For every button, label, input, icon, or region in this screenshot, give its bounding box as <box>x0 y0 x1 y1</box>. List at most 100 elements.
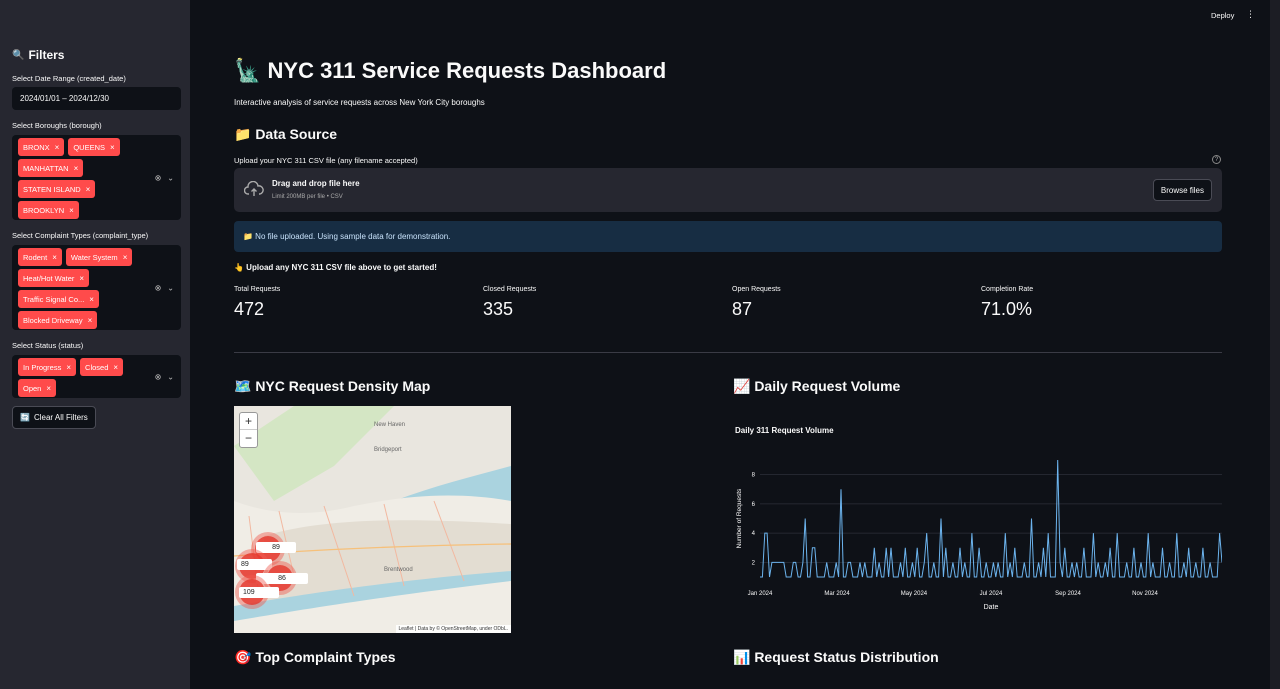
divider <box>234 352 1222 353</box>
status-multiselect[interactable]: In Progress × Closed × Open × ⊗ ⌄ <box>12 355 181 398</box>
filter-chip[interactable]: Open × <box>18 379 57 397</box>
chart-title: Daily 311 Request Volume <box>735 426 834 435</box>
remove-chip-icon[interactable]: × <box>69 206 74 215</box>
x-tick-label: Nov 2024 <box>1132 591 1158 597</box>
zoom-control: + − <box>239 412 258 448</box>
cloud-upload-icon <box>244 181 264 196</box>
svg-text:Brentwood: Brentwood <box>384 567 413 573</box>
filter-chip[interactable]: Rodent × <box>18 248 62 266</box>
series-line <box>760 459 1222 578</box>
date-range-input[interactable]: 2024/01/01 – 2024/12/30 <box>12 87 181 110</box>
filter-chip[interactable]: QUEENS × <box>68 138 120 156</box>
remove-chip-icon[interactable]: × <box>113 363 118 372</box>
filter-chip[interactable]: Closed × <box>80 358 124 376</box>
clear-all-filters-button[interactable]: 🔄 Clear All Filters <box>12 406 96 429</box>
y-tick-label: 4 <box>752 531 756 537</box>
remove-chip-icon[interactable]: × <box>110 143 115 152</box>
metric-label: Total Requests <box>234 286 281 293</box>
chevron-down-icon[interactable]: ⌄ <box>167 173 174 182</box>
chip-label: Open <box>23 383 42 393</box>
filter-chip[interactable]: BROOKLYN × <box>18 201 79 219</box>
cluster-label: 89 <box>256 542 296 553</box>
clear-all-filters-label: Clear All Filters <box>33 413 88 422</box>
filter-chip[interactable]: Blocked Driveway × <box>18 311 98 329</box>
boroughs-multiselect[interactable]: BRONX × QUEENS × MANHATTAN × STATEN ISLAND × BRO… <box>12 135 181 220</box>
chip-label: MANHATTAN <box>23 163 69 173</box>
dropzone-text: Drag and drop file here <box>272 179 360 188</box>
metric-label: Completion Rate <box>981 286 1034 293</box>
filter-chip[interactable]: In Progress × <box>18 358 77 376</box>
browse-files-button[interactable]: Browse files <box>1152 179 1212 201</box>
zoom-in-button[interactable]: + <box>240 413 257 430</box>
main-menu-icon[interactable]: ⋮ <box>1246 9 1255 20</box>
chip-label: BRONX <box>23 142 50 152</box>
remove-chip-icon[interactable]: × <box>79 274 84 283</box>
remove-chip-icon[interactable]: × <box>123 253 128 262</box>
filter-chip[interactable]: Water System × <box>65 248 133 266</box>
metric-completion: Completion Rate 71.0% <box>981 286 1033 320</box>
search-icon: 🔍 <box>12 49 25 61</box>
remove-chip-icon[interactable]: × <box>66 363 71 372</box>
chip-label: Heat/Hot Water <box>23 273 75 283</box>
y-tick-label: 2 <box>752 560 756 566</box>
chip-label: Closed <box>85 362 109 372</box>
density-map[interactable]: New Haven Bridgeport Brentwood + − 89 89… <box>234 406 511 633</box>
x-tick-label: Jan 2024 <box>748 591 773 597</box>
remove-chip-icon[interactable]: × <box>86 185 91 194</box>
chip-label: BROOKLYN <box>23 205 65 215</box>
boroughs-label: Select Boroughs (borough) <box>12 121 102 130</box>
cluster-label: 109 <box>239 587 279 598</box>
map-heading: 🗺️ NYC Request Density Map <box>234 378 431 394</box>
filter-chip[interactable]: MANHATTAN × <box>18 159 84 177</box>
filter-chip[interactable]: Traffic Signal Co... × <box>18 290 99 308</box>
chip-label: STATEN ISLAND <box>23 184 81 194</box>
zoom-out-button[interactable]: − <box>240 430 257 447</box>
refresh-icon: 🔄 <box>20 413 30 422</box>
volume-heading: 📈 Daily Request Volume <box>733 378 901 394</box>
metric-value: 335 <box>483 299 514 319</box>
remove-chip-icon[interactable]: × <box>46 384 51 393</box>
remove-chip-icon[interactable]: × <box>88 316 93 325</box>
remove-chip-icon[interactable]: × <box>89 295 94 304</box>
filter-chip[interactable]: BRONX × <box>18 138 65 156</box>
chip-label: Traffic Signal Co... <box>23 294 85 304</box>
svg-text:Bridgeport: Bridgeport <box>374 447 402 453</box>
chevron-down-icon[interactable]: ⌄ <box>167 372 174 381</box>
y-tick-label: 8 <box>752 473 756 479</box>
chip-label: QUEENS <box>73 142 106 152</box>
chip-label: Rodent <box>23 252 48 262</box>
window-edge <box>1270 0 1280 689</box>
complaint-types-heading: 🎯 Top Complaint Types <box>234 649 396 665</box>
remove-chip-icon[interactable]: × <box>74 164 79 173</box>
daily-volume-chart: 2 4 6 8 Jan 2024 Mar 2024 May 2024 Jul 2024 Sep… <box>736 459 1222 611</box>
map-tiles: New Haven Bridgeport Brentwood <box>234 406 511 633</box>
filter-chip[interactable]: STATEN ISLAND × <box>18 180 96 198</box>
clear-icon[interactable]: ⊗ <box>155 372 162 381</box>
date-range-label: Select Date Range (created_date) <box>12 74 126 83</box>
multiselect-controls: ⊗ ⌄ <box>155 173 174 182</box>
x-tick-label: Sep 2024 <box>1055 591 1081 597</box>
help-icon[interactable]: ? <box>1212 155 1221 164</box>
remove-chip-icon[interactable]: × <box>52 253 57 262</box>
x-axis-label: Date <box>984 604 999 611</box>
deploy-button[interactable]: Deploy <box>1211 11 1234 20</box>
file-dropzone[interactable]: Drag and drop file here Limit 200MB per … <box>234 168 1222 212</box>
map-attribution[interactable]: Leaflet | Data by © OpenStreetMap, under… <box>395 625 511 633</box>
x-tick-label: May 2024 <box>901 591 928 597</box>
remove-chip-icon[interactable]: × <box>55 143 60 152</box>
multiselect-controls: ⊗ ⌄ <box>155 372 174 381</box>
complaint-types-multiselect[interactable]: Rodent × Water System × Heat/Hot Water × Traff… <box>12 245 181 330</box>
info-alert: 📁 No file uploaded. Using sample data fo… <box>234 221 1222 252</box>
metric-value: 472 <box>234 299 265 319</box>
clear-icon[interactable]: ⊗ <box>155 283 162 292</box>
page-subtitle: Interactive analysis of service requests… <box>234 98 485 107</box>
metric-closed: Closed Requests 335 <box>483 286 536 320</box>
upload-prompt: 👆 Upload any NYC 311 CSV file above to g… <box>234 263 437 272</box>
clear-icon[interactable]: ⊗ <box>155 173 162 182</box>
x-tick-label: Mar 2024 <box>824 591 850 597</box>
filters-heading: 🔍 Filters <box>12 48 64 62</box>
page-title: 🗽 NYC 311 Service Requests Dashboard <box>234 58 667 83</box>
filter-chip[interactable]: Heat/Hot Water × <box>18 269 90 287</box>
chevron-down-icon[interactable]: ⌄ <box>167 283 174 292</box>
dropzone-limit: Limit 200MB per file • CSV <box>272 194 343 200</box>
